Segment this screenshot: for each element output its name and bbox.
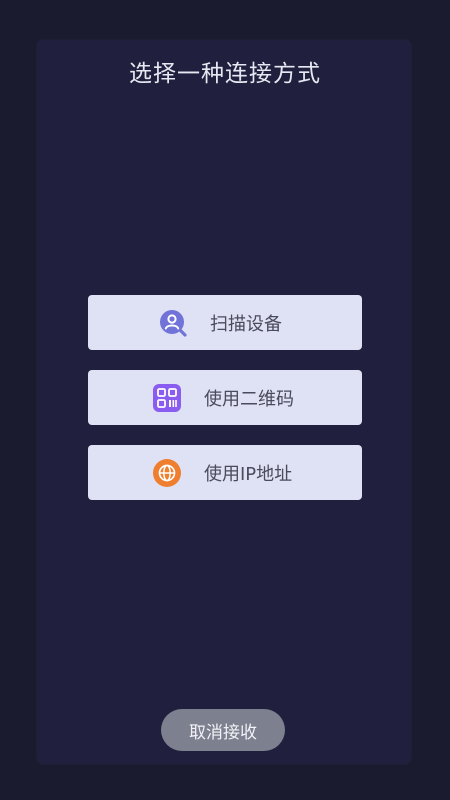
ip-address-button[interactable]: 使用IP地址 (88, 445, 362, 500)
scan-device-label: 扫描设备 (210, 313, 282, 335)
cancel-receive-button[interactable]: 取消接收 (161, 709, 285, 751)
scan-device-icon (158, 308, 188, 338)
scan-device-button[interactable]: 扫描设备 (88, 295, 362, 350)
qr-code-icon (152, 383, 182, 413)
qr-code-button[interactable]: 使用二维码 (88, 370, 362, 425)
screen: 选择一种连接方式 扫描设备 使用二维码 使用IP地址 取消接收 (0, 0, 450, 800)
ip-address-label: 使用IP地址 (204, 463, 293, 485)
dialog-title: 选择一种连接方式 (129, 61, 321, 87)
qr-code-label: 使用二维码 (204, 388, 294, 410)
globe-icon (152, 458, 182, 488)
